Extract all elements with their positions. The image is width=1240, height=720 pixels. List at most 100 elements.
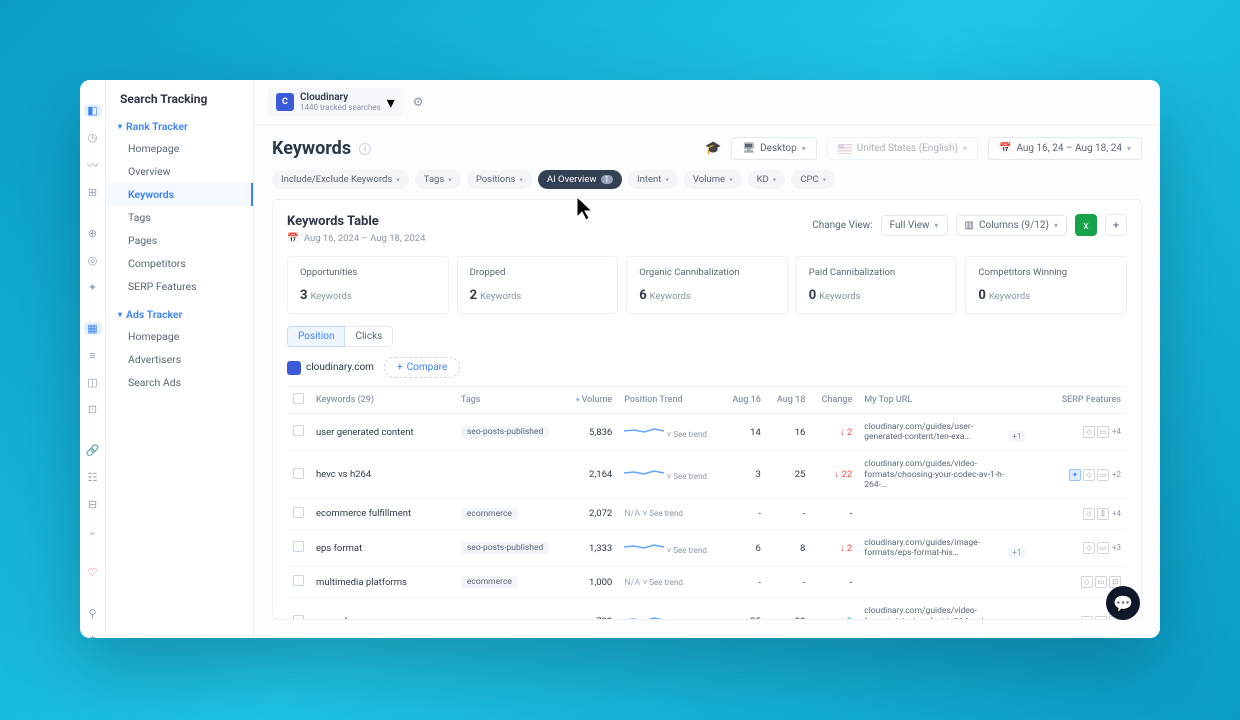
- col-url[interactable]: My Top URL: [858, 387, 1048, 414]
- rail-icon-settings[interactable]: ⚙: [86, 634, 100, 638]
- cell-keyword[interactable]: eps format: [310, 529, 455, 566]
- row-checkbox[interactable]: [293, 615, 304, 620]
- nav-item-search-ads[interactable]: Search Ads: [106, 371, 253, 394]
- filter-intent[interactable]: Intent▾: [628, 170, 678, 189]
- cell-keyword[interactable]: user generated content: [310, 414, 455, 451]
- graduation-icon[interactable]: 🎓: [705, 141, 721, 156]
- rail-icon-5[interactable]: ⊕: [86, 227, 100, 240]
- stat-card[interactable]: Competitors Winning0Keywords: [965, 256, 1127, 314]
- plus-icon: +: [397, 362, 403, 373]
- rail-icon-heart[interactable]: ♡: [86, 566, 100, 579]
- view-select[interactable]: Full View▾: [881, 215, 948, 236]
- select-all-checkbox[interactable]: [293, 393, 304, 404]
- project-selector[interactable]: C Cloudinary 1440 tracked searches ▾: [268, 88, 403, 116]
- nav-item-keywords[interactable]: Keywords: [106, 183, 253, 206]
- row-checkbox[interactable]: [293, 425, 304, 436]
- locale-select[interactable]: United States (English) ▾: [827, 137, 978, 160]
- add-button[interactable]: +: [1105, 214, 1127, 236]
- cell-keyword[interactable]: hevc vs h264: [310, 451, 455, 499]
- nav-group-ads-tracker[interactable]: Ads Tracker: [106, 304, 253, 325]
- col-serp[interactable]: SERP Features: [1049, 387, 1127, 414]
- chat-fab[interactable]: 💬: [1106, 586, 1140, 620]
- nav-item-ads-homepage[interactable]: Homepage: [106, 325, 253, 348]
- nav-item-competitors[interactable]: Competitors: [106, 252, 253, 275]
- nav-item-pages[interactable]: Pages: [106, 229, 253, 252]
- nav-item-homepage[interactable]: Homepage: [106, 137, 253, 160]
- stat-card[interactable]: Organic Cannibalization6Keywords: [626, 256, 788, 314]
- col-aug16[interactable]: Aug 16: [722, 387, 767, 414]
- row-checkbox[interactable]: [293, 575, 304, 586]
- stat-card[interactable]: Paid Cannibalization0Keywords: [796, 256, 958, 314]
- cell-url[interactable]: [858, 498, 1048, 529]
- filter-cpc[interactable]: CPC▾: [791, 170, 835, 189]
- col-change[interactable]: Change: [811, 387, 858, 414]
- filter-positions[interactable]: Positions▾: [467, 170, 532, 189]
- nav-item-advertisers[interactable]: Advertisers: [106, 348, 253, 371]
- see-trend-button[interactable]: See trend: [667, 430, 707, 439]
- tab-position[interactable]: Position: [287, 326, 345, 347]
- cell-url[interactable]: cloudinary.com/guides/user-generated-con…: [858, 414, 1048, 451]
- cell-url[interactable]: cloudinary.com/guides/video-formats/pixe…: [858, 598, 1048, 620]
- tab-clicks[interactable]: Clicks: [345, 326, 393, 347]
- info-icon[interactable]: i: [359, 143, 371, 155]
- filter-include-exclude-keywords[interactable]: Include/Exclude Keywords▾: [272, 170, 409, 189]
- compare-button[interactable]: +Compare: [384, 357, 460, 378]
- col-tags[interactable]: Tags: [455, 387, 565, 414]
- rail-icon-2[interactable]: ◷: [86, 131, 100, 144]
- row-checkbox[interactable]: [293, 507, 304, 518]
- rail-icon-layers[interactable]: ☷: [86, 471, 100, 484]
- see-trend-button[interactable]: See trend: [643, 509, 683, 518]
- cell-keyword[interactable]: multimedia platforms: [310, 567, 455, 598]
- cell-url[interactable]: cloudinary.com/guides/video-formats/choo…: [858, 451, 1048, 499]
- filter-kd[interactable]: KD▾: [748, 170, 786, 189]
- columns-select[interactable]: ▥Columns (9/12)▾: [956, 215, 1067, 236]
- gear-icon[interactable]: ⚙: [413, 95, 424, 109]
- filter-tags[interactable]: Tags▾: [415, 170, 461, 189]
- rail-icon-link[interactable]: 🔗: [86, 444, 100, 457]
- rail-icon-ads[interactable]: ▦: [84, 322, 102, 335]
- see-trend-button[interactable]: See trend: [643, 578, 683, 587]
- rail-icon-9[interactable]: ≡: [86, 349, 100, 362]
- rail-icon-tracking[interactable]: ◧: [84, 104, 102, 117]
- col-volume[interactable]: Volume: [565, 387, 618, 414]
- tag-chip[interactable]: seo-posts-published: [461, 542, 549, 554]
- see-trend-button[interactable]: See trend: [667, 472, 707, 481]
- cell-url[interactable]: [858, 567, 1048, 598]
- rail-icon-pin[interactable]: ⚲: [86, 607, 100, 620]
- rail-icon-filter[interactable]: ⌄: [86, 525, 100, 538]
- desktop-icon: 🖥: [742, 143, 755, 154]
- tag-chip[interactable]: ecommerce: [461, 508, 518, 520]
- nav-item-tags[interactable]: Tags: [106, 206, 253, 229]
- see-trend-button[interactable]: See trend: [667, 546, 707, 555]
- rail-icon-3[interactable]: 〰: [86, 158, 100, 172]
- nav-group-rank-tracker[interactable]: Rank Tracker: [106, 116, 253, 137]
- change-view-label: Change View:: [812, 220, 872, 231]
- see-trend-button[interactable]: See trend: [667, 619, 707, 620]
- nav-item-overview[interactable]: Overview: [106, 160, 253, 183]
- date-range-select[interactable]: 📅 Aug 16, 24 – Aug 18, 24 ▾: [988, 137, 1142, 160]
- rail-icon-db[interactable]: ⊟: [86, 498, 100, 511]
- cell-keyword[interactable]: ecommerce fulfillment: [310, 498, 455, 529]
- nav-item-serp-features[interactable]: SERP Features: [106, 275, 253, 298]
- cell-keyword[interactable]: avc vs hevc: [310, 598, 455, 620]
- rail-icon-11[interactable]: ⊡: [86, 403, 100, 416]
- stat-card[interactable]: Opportunities3Keywords: [287, 256, 449, 314]
- col-keywords[interactable]: Keywords (29): [310, 387, 455, 414]
- rail-icon-4[interactable]: ⊞: [86, 186, 100, 199]
- stat-card[interactable]: Dropped2Keywords: [457, 256, 619, 314]
- export-excel-button[interactable]: x: [1075, 214, 1097, 236]
- filter-volume[interactable]: Volume▾: [684, 170, 742, 189]
- cell-change: -: [811, 567, 858, 598]
- device-select[interactable]: 🖥 Desktop ▾: [731, 137, 816, 160]
- rail-icon-10[interactable]: ◫: [86, 376, 100, 389]
- col-aug18[interactable]: Aug 18: [767, 387, 812, 414]
- row-checkbox[interactable]: [293, 541, 304, 552]
- tag-chip[interactable]: ecommerce: [461, 576, 518, 588]
- cell-url[interactable]: cloudinary.com/guides/image-formats/eps-…: [858, 529, 1048, 566]
- tag-chip[interactable]: seo-posts-published: [461, 426, 549, 438]
- rail-icon-6[interactable]: ◎: [86, 254, 100, 267]
- rail-icon-7[interactable]: ✦: [86, 281, 100, 294]
- col-trend[interactable]: Position Trend: [618, 387, 722, 414]
- filter-ai-overview[interactable]: AI Overview1: [538, 170, 622, 189]
- row-checkbox[interactable]: [293, 468, 304, 479]
